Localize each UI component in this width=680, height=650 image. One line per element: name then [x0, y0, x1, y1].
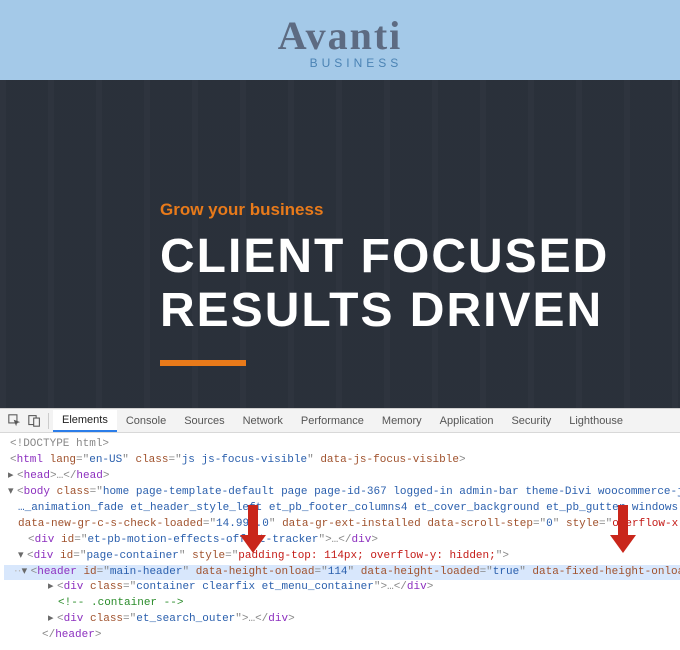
site-header: Avanti BUSINESS — [0, 0, 680, 80]
devtools-dom-tree[interactable]: <!DOCTYPE html> <html lang="en-US" class… — [0, 433, 680, 650]
devtools-tab-sources[interactable]: Sources — [175, 411, 233, 431]
code-line[interactable]: </header> — [4, 628, 680, 644]
devtools-tab-lighthouse[interactable]: Lighthouse — [560, 411, 632, 431]
device-mode-icon[interactable] — [24, 411, 44, 431]
hero-section: Grow your business CLIENT FOCUSED RESULT… — [0, 80, 680, 408]
code-line[interactable]: ▾<body class="home page-template-default… — [4, 485, 680, 501]
code-line[interactable]: …_animation_fade et_header_style_left et… — [4, 501, 680, 517]
code-line-selected[interactable]: ⋯ ▾<header id="main-header" data-height-… — [4, 565, 680, 581]
devtools-tab-security[interactable]: Security — [502, 411, 560, 431]
page-preview: Avanti BUSINESS header#main-header 1903 … — [0, 0, 680, 408]
code-line[interactable]: <div id="et-pb-motion-effects-offset-tra… — [4, 533, 680, 549]
devtools-panel: Elements Console Sources Network Perform… — [0, 408, 680, 650]
devtools-tab-console[interactable]: Console — [117, 411, 175, 431]
logo-main-text: Avanti — [278, 16, 403, 56]
devtools-tab-application[interactable]: Application — [431, 411, 503, 431]
site-logo: Avanti BUSINESS — [278, 16, 403, 70]
code-line[interactable]: ▸<div class="container clearfix et_menu_… — [4, 580, 680, 596]
devtools-tab-performance[interactable]: Performance — [292, 411, 373, 431]
hero-underline — [160, 360, 246, 366]
code-line[interactable]: ▸<head>…</head> — [4, 469, 680, 485]
code-line[interactable]: <!-- .container --> — [4, 596, 680, 612]
hero-headline-line1: CLIENT FOCUSED — [160, 230, 680, 284]
hero-headline-line2: RESULTS DRIVEN — [160, 284, 680, 338]
devtools-tab-elements[interactable]: Elements — [53, 410, 117, 432]
code-line[interactable]: ▾<div id="page-container" style="padding… — [4, 549, 680, 565]
code-line[interactable]: <!DOCTYPE html> — [4, 437, 680, 453]
code-line[interactable]: <html lang="en-US" class="js js-focus-vi… — [4, 453, 680, 469]
logo-sub-text: BUSINESS — [278, 56, 403, 70]
devtools-tab-memory[interactable]: Memory — [373, 411, 431, 431]
devtools-toolbar: Elements Console Sources Network Perform… — [0, 409, 680, 433]
devtools-tab-network[interactable]: Network — [234, 411, 292, 431]
hero-kicker: Grow your business — [160, 200, 680, 220]
inspect-element-icon[interactable] — [4, 411, 24, 431]
code-line[interactable]: ▸<div class="et_search_outer">…</div> — [4, 612, 680, 628]
code-line[interactable]: data-new-gr-c-s-check-loaded="14.997.0" … — [4, 517, 680, 533]
